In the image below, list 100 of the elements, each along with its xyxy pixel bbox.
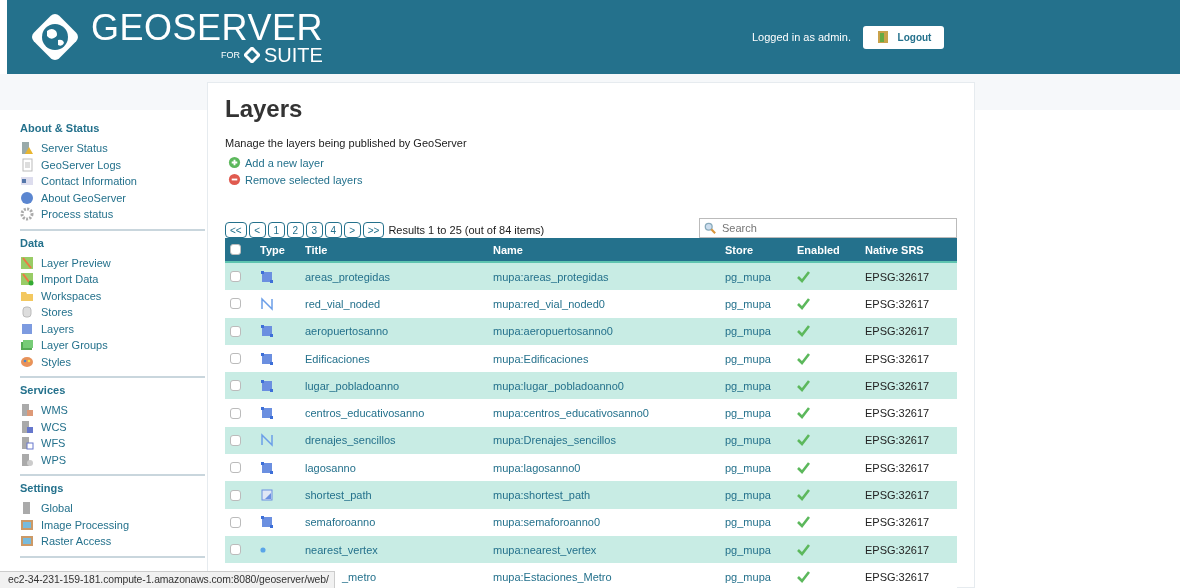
row-checkbox[interactable] <box>230 407 241 419</box>
sidebar-link[interactable]: Layer Groups <box>41 339 108 352</box>
sidebar-link[interactable]: Styles <box>41 355 71 368</box>
document-icon <box>20 157 34 172</box>
sidebar-link[interactable]: Workspaces <box>41 289 102 302</box>
sidebar-link[interactable]: WFS <box>41 437 66 450</box>
remove-icon <box>228 173 241 186</box>
row-checkbox[interactable] <box>230 298 241 310</box>
store-link[interactable]: pg_mupa <box>720 489 776 501</box>
sidebar-link[interactable]: GeoServer Logs <box>41 158 122 171</box>
store-link[interactable]: pg_mupa <box>720 543 776 556</box>
layer-name-link[interactable]: mupa:areas_protegidas <box>488 270 614 283</box>
store-link[interactable]: pg_mupa <box>720 516 776 529</box>
layer-name-link[interactable]: mupa:shortest_path <box>488 489 596 501</box>
column-header[interactable]: Type <box>255 243 290 256</box>
action-link[interactable]: Add a new layer <box>245 156 324 169</box>
store-link[interactable]: pg_mupa <box>720 379 776 392</box>
layer-title-link[interactable]: centros_educativosanno <box>300 407 430 420</box>
row-checkbox[interactable] <box>230 271 241 283</box>
pager-button[interactable]: << <box>225 222 247 238</box>
row-checkbox[interactable] <box>230 489 241 501</box>
store-link[interactable]: pg_mupa <box>720 352 776 365</box>
store-link[interactable]: pg_mupa <box>720 325 776 338</box>
row-checkbox[interactable] <box>230 380 241 392</box>
sidebar-link[interactable]: Raster Access <box>41 535 112 548</box>
row-checkbox[interactable] <box>230 516 241 528</box>
sidebar-link[interactable]: Import Data <box>41 273 99 286</box>
store-link[interactable]: pg_mupa <box>720 461 776 474</box>
column-header[interactable]: Enabled <box>792 243 845 256</box>
pager-button[interactable]: < <box>248 222 266 238</box>
store-link[interactable]: pg_mupa <box>720 434 776 447</box>
sidebar-link[interactable]: WMS <box>41 404 68 417</box>
layer-name-link[interactable]: mupa:centros_educativosanno0 <box>488 407 654 420</box>
layer-title-link[interactable]: lugar_pobladoanno <box>300 379 405 392</box>
layer-name-link[interactable]: mupa:nearest_vertex <box>488 543 602 556</box>
layer-name-link[interactable]: mupa:lagosanno0 <box>488 461 586 474</box>
check-icon <box>797 407 810 420</box>
select-all-checkbox[interactable] <box>230 244 241 255</box>
column-header[interactable]: Title <box>300 243 333 256</box>
layer-title-link[interactable]: lagosanno <box>300 461 361 474</box>
sidebar-link[interactable]: Layer Preview <box>41 256 111 269</box>
layer-name-link[interactable]: mupa:Estaciones_Metro <box>488 570 617 583</box>
sidebar-link[interactable]: Server Status <box>41 142 108 155</box>
pager-button[interactable]: > <box>343 222 361 238</box>
layer-title-link[interactable]: nearest_vertex <box>300 543 383 556</box>
pager-button[interactable]: 3 <box>305 222 323 238</box>
pager-button[interactable]: >> <box>362 222 385 238</box>
layer-title-link[interactable]: _metro <box>337 570 382 583</box>
search-icon <box>704 222 716 234</box>
sidebar-link[interactable]: Contact Information <box>41 175 137 188</box>
layer-title-link[interactable]: areas_protegidas <box>300 270 395 283</box>
column-header[interactable]: Name <box>488 243 528 256</box>
store-link[interactable]: pg_mupa <box>720 407 776 420</box>
row-checkbox[interactable] <box>230 325 241 337</box>
map-plus-icon <box>20 272 34 287</box>
logout-button[interactable]: Logout <box>863 25 944 49</box>
column-header[interactable]: Native SRS <box>860 243 929 256</box>
sidebar-link[interactable]: About GeoServer <box>41 191 126 204</box>
row-checkbox[interactable] <box>230 434 241 446</box>
store-link[interactable]: pg_mupa <box>720 570 776 583</box>
page-title: Layers <box>225 95 304 123</box>
layer-title-link[interactable]: drenajes_sencillos <box>300 434 401 447</box>
results-count: Results 1 to 25 (out of 84 items) <box>388 224 545 236</box>
sidebar-link[interactable]: WPS <box>41 453 67 466</box>
store-link[interactable]: pg_mupa <box>720 270 776 283</box>
sidebar-link[interactable]: WCS <box>41 420 67 433</box>
layer-name-link[interactable]: mupa:aeropuertosanno0 <box>488 325 618 338</box>
sidebar-heading: About & Status <box>20 122 101 134</box>
check-icon <box>797 352 810 365</box>
sidebar-link[interactable]: Image Processing <box>41 518 130 531</box>
sidebar-link[interactable]: Global <box>41 502 73 515</box>
layer-name-link[interactable]: mupa:lugar_pobladoanno0 <box>488 379 629 392</box>
line-icon <box>260 296 274 311</box>
search-field[interactable]: Search <box>699 218 957 238</box>
row-checkbox[interactable] <box>230 544 241 556</box>
action-link[interactable]: Remove selected layers <box>245 173 363 186</box>
layer-name-link[interactable]: mupa:Edificaciones <box>488 352 594 365</box>
layer-title-link[interactable]: semaforoanno <box>300 516 381 529</box>
layer-title-link[interactable]: aeropuertosanno <box>300 325 394 338</box>
polygon-icon <box>260 269 274 284</box>
store-link[interactable]: pg_mupa <box>720 297 776 310</box>
row-checkbox[interactable] <box>230 353 241 365</box>
polygon-icon <box>260 378 274 393</box>
layer-group-icon <box>20 338 34 353</box>
layer-name-link[interactable]: mupa:semaforoanno0 <box>488 516 605 529</box>
server-map-icon <box>20 403 34 418</box>
pager-button[interactable]: 4 <box>324 222 342 238</box>
layer-title-link[interactable]: Edificaciones <box>300 352 375 365</box>
sidebar-link[interactable]: Layers <box>41 322 75 335</box>
sidebar-link[interactable]: Stores <box>41 306 73 319</box>
layer-name-link[interactable]: mupa:Drenajes_sencillos <box>488 434 621 447</box>
layer-title-link[interactable]: shortest_path <box>300 489 377 501</box>
row-checkbox[interactable] <box>230 462 241 474</box>
map-icon <box>20 255 34 270</box>
column-header[interactable]: Store <box>720 243 759 256</box>
layer-title-link[interactable]: red_vial_noded <box>300 297 386 310</box>
sidebar-link[interactable]: Process status <box>41 208 114 221</box>
pager-button[interactable]: 2 <box>286 222 304 238</box>
layer-name-link[interactable]: mupa:red_vial_noded0 <box>488 297 610 310</box>
pager-button[interactable]: 1 <box>267 222 285 238</box>
